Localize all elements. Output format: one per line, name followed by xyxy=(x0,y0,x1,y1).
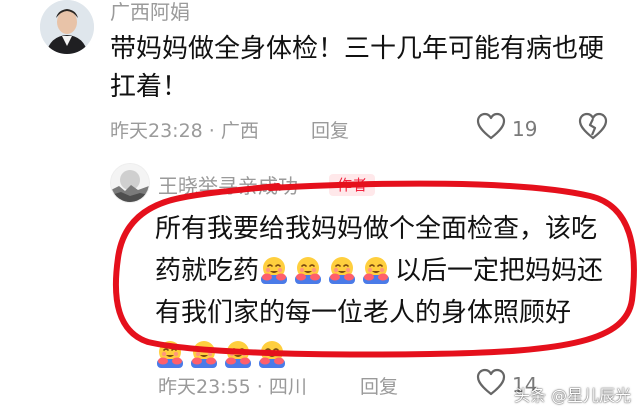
like-count: 19 xyxy=(512,116,538,141)
comment-text: 所有我要给我妈妈做个全面检查，该吃药就吃药 以后一定把妈妈还有我们家的每一位老人的… xyxy=(155,208,615,376)
hugging-face-emoji xyxy=(225,341,251,368)
comment-text: 带妈妈做全身体检！三十几年可能有病也硬扛着！ xyxy=(110,34,605,102)
hugging-face-emoji xyxy=(329,257,356,284)
hugging-face-emoji xyxy=(191,341,217,368)
comment-time-location: 昨天23:55 · 四川 xyxy=(158,376,307,398)
dislike-button[interactable] xyxy=(578,112,608,144)
hugging-face-emoji xyxy=(259,341,285,368)
username[interactable]: 广西阿娟 xyxy=(110,0,190,25)
comment-time-location: 昨天23:28 · 广西 xyxy=(110,120,259,142)
avatar[interactable] xyxy=(40,0,94,54)
heart-icon xyxy=(476,368,506,401)
avatar[interactable] xyxy=(110,163,150,203)
reply-button[interactable]: 回复 xyxy=(311,116,349,143)
heart-icon xyxy=(476,112,506,145)
emoji-group xyxy=(259,256,395,286)
watermark-text: 头条 @星儿辰光 xyxy=(514,386,632,405)
author-badge: 作者 xyxy=(329,174,375,196)
hugging-face-emoji xyxy=(363,257,390,284)
reply-button[interactable]: 回复 xyxy=(360,372,398,399)
hugging-face-emoji xyxy=(157,341,183,368)
watermark: 头条 @星儿辰光 xyxy=(514,382,631,406)
like-button[interactable]: 19 xyxy=(476,112,537,145)
emoji-group xyxy=(155,340,291,370)
hugging-face-emoji xyxy=(295,257,322,284)
hugging-face-emoji xyxy=(261,257,288,284)
username[interactable]: 王晓举寻亲成功 xyxy=(158,170,298,199)
broken-heart-icon xyxy=(578,112,608,144)
